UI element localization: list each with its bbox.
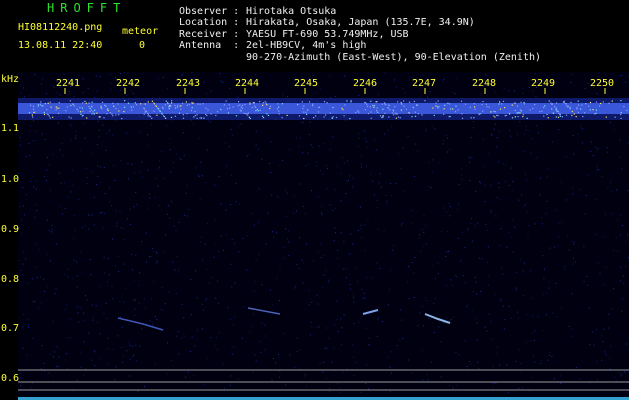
antenna-value-2: 90-270-Azimuth (East-West), 90-Elevation…	[246, 52, 542, 63]
time-tick-2249: 2249	[531, 78, 556, 89]
app-title: HROFFT	[47, 1, 127, 15]
freq-tick-1-0: 1.0	[1, 174, 20, 185]
time-tick-2244: 2244	[235, 78, 260, 89]
antenna-value: 2el-HB9CV, 4m's high	[246, 40, 367, 51]
time-tick-2246: 2246	[353, 78, 378, 89]
meteor-count: 0	[139, 40, 146, 51]
spectrogram	[18, 72, 629, 400]
location-label: Location :	[179, 17, 240, 28]
time-tick-2250: 2250	[590, 78, 615, 89]
y-unit-label: kHz	[1, 74, 20, 85]
freq-tick-0-7: 0.7	[1, 323, 20, 334]
carrier-band-core	[18, 103, 629, 114]
timestamp: 13.08.11 22:40	[18, 40, 103, 51]
time-tick-2241: 2241	[56, 78, 81, 89]
time-tick-2248: 2248	[472, 78, 497, 89]
antenna-label: Antenna :	[179, 40, 240, 51]
time-tick-2242: 2242	[116, 78, 141, 89]
freq-tick-0-9: 0.9	[1, 224, 20, 235]
filename: HI08112240.png	[18, 22, 103, 33]
freq-tick-0-8: 0.8	[1, 274, 20, 285]
meteor-label: meteor	[122, 26, 159, 37]
time-tick-2243: 2243	[176, 78, 201, 89]
time-tick-2245: 2245	[294, 78, 319, 89]
header-panel: HROFFT HI08112240.png meteor 13.08.11 22…	[0, 0, 629, 72]
time-tick-2247: 2247	[412, 78, 437, 89]
freq-tick-1-1: 1.1	[1, 123, 20, 134]
freq-tick-0-6: 0.6	[1, 373, 20, 384]
location-value: Hirakata, Osaka, Japan (135.7E, 34.9N)	[246, 17, 475, 28]
